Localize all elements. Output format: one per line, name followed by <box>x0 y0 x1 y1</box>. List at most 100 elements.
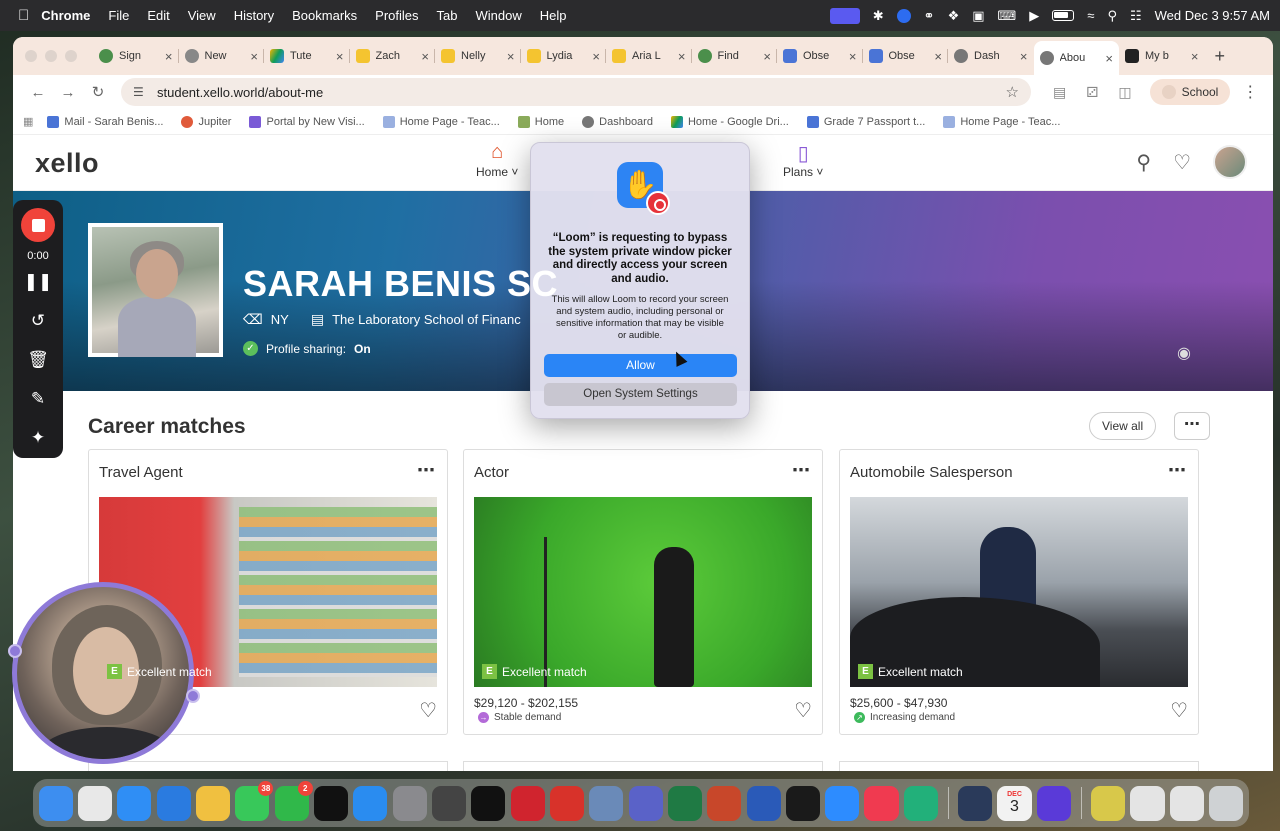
notes-status-icon[interactable]: ▣ <box>972 8 984 24</box>
menu-bookmarks[interactable]: Bookmarks <box>292 8 357 23</box>
screen-share-status-icon[interactable] <box>829 7 860 24</box>
tab-1[interactable]: New × <box>179 41 264 71</box>
tab-12[interactable]: My b × <box>1119 41 1205 71</box>
spotlight-search-icon[interactable]: ⚲ <box>1107 8 1117 24</box>
menu-edit[interactable]: Edit <box>147 8 169 23</box>
creative-cloud-status-icon[interactable]: ⚭ <box>924 8 935 24</box>
favorite-heart-icon[interactable]: ♡ <box>419 698 437 723</box>
open-system-settings-button[interactable]: Open System Settings <box>544 383 737 406</box>
pause-icon[interactable]: ❚❚ <box>24 262 53 301</box>
dock-folder-stack-icon[interactable] <box>1091 785 1126 821</box>
dock-chrome-icon[interactable] <box>77 785 113 821</box>
nav-plans[interactable]: ▯ Plans ˅ <box>783 141 823 179</box>
menu-window[interactable]: Window <box>476 8 522 23</box>
tab-10[interactable]: Dash × <box>948 41 1034 71</box>
loom-status-icon[interactable]: ✱ <box>873 8 884 24</box>
close-tab-icon[interactable]: × <box>1191 49 1199 64</box>
menu-file[interactable]: File <box>108 8 129 23</box>
menu-view[interactable]: View <box>188 8 216 23</box>
close-tab-icon[interactable]: × <box>421 49 429 64</box>
bookmark-0[interactable]: Mail - Sarah Benis... <box>47 115 163 128</box>
dock-imovie-star-icon[interactable] <box>1036 785 1071 821</box>
dock-calendar-icon[interactable]: DEC 3 <box>997 785 1032 821</box>
dock-word-icon[interactable] <box>746 785 781 821</box>
forward-icon[interactable]: → <box>53 84 83 101</box>
dock-safari-icon[interactable] <box>117 785 152 821</box>
favorite-heart-icon[interactable]: ♡ <box>794 698 812 723</box>
card-more-icon[interactable]: ⋯ <box>792 460 810 481</box>
keyboard-status-icon[interactable]: ⌨ <box>998 8 1017 24</box>
restart-icon[interactable]: ↺ <box>31 301 45 340</box>
card-more-icon[interactable]: ⋯ <box>417 460 435 481</box>
dock-photos-icon[interactable] <box>195 785 231 821</box>
dock-spotify-icon[interactable] <box>785 785 820 821</box>
dock-music-icon[interactable] <box>864 785 899 821</box>
dock-messages-icon[interactable]: 38 <box>235 780 274 821</box>
close-window-button[interactable] <box>25 50 37 62</box>
tab-2[interactable]: Tute × <box>264 41 350 71</box>
xello-logo[interactable]: xello <box>35 148 99 179</box>
chrome-menu-icon[interactable]: ⋮ <box>1242 82 1258 102</box>
draw-pen-icon[interactable]: ✎ <box>31 379 45 418</box>
bookmark-3[interactable]: Home Page - Teac... <box>382 115 500 128</box>
tab-6[interactable]: Aria L × <box>606 41 692 71</box>
close-tab-icon[interactable]: × <box>250 49 258 64</box>
menu-clock[interactable]: Wed Dec 3 9:57 AM <box>1155 8 1270 23</box>
apple-icon[interactable]:  <box>18 7 29 24</box>
dock-paintbrush-app-icon[interactable] <box>471 785 506 821</box>
tab-7[interactable]: Find × <box>692 41 777 71</box>
back-icon[interactable]: ← <box>23 84 53 101</box>
close-tab-icon[interactable]: × <box>849 49 857 64</box>
bubble-resize-handle[interactable] <box>186 689 200 703</box>
search-icon[interactable]: ⚲ <box>1136 150 1151 175</box>
dropbox-status-icon[interactable]: ❖ <box>948 8 960 24</box>
nav-home[interactable]: ⌂ Home ˅ <box>476 141 518 179</box>
dock-excel-icon[interactable] <box>667 785 702 821</box>
heart-icon[interactable]: ♡ <box>1173 150 1191 175</box>
dock-preview-icon[interactable] <box>589 785 624 821</box>
close-tab-icon[interactable]: × <box>592 49 600 64</box>
minimize-window-button[interactable] <box>45 50 57 62</box>
dock-quicktime-icon[interactable] <box>958 785 993 821</box>
menu-tab[interactable]: Tab <box>437 8 458 23</box>
close-tab-icon[interactable]: × <box>336 49 344 64</box>
extensions-puzzle-icon[interactable]: ⚂ <box>1086 84 1098 101</box>
dock-pencil-app-icon[interactable] <box>431 785 467 821</box>
close-tab-icon[interactable]: × <box>507 49 515 64</box>
card-more-icon[interactable]: ⋯ <box>1168 460 1186 481</box>
site-info-icon[interactable]: ☰ <box>133 85 147 99</box>
bubble-resize-handle[interactable] <box>8 644 22 658</box>
effects-icon[interactable]: ✦ <box>31 418 45 457</box>
reading-list-icon[interactable]: ◫ <box>1118 84 1131 101</box>
dock-settings-snowflake-icon[interactable] <box>156 785 191 821</box>
menu-profiles[interactable]: Profiles <box>375 8 418 23</box>
view-all-button[interactable]: View all <box>1089 412 1157 440</box>
tab-4[interactable]: Nelly × <box>435 41 521 71</box>
close-tab-icon[interactable]: × <box>165 49 173 64</box>
tab-11-active[interactable]: Abou × <box>1033 41 1119 75</box>
reload-icon[interactable]: ↻ <box>83 83 113 101</box>
close-tab-icon[interactable]: × <box>678 49 686 64</box>
dock-powerpoint-icon[interactable] <box>707 785 742 821</box>
menu-history[interactable]: History <box>234 8 274 23</box>
bookmark-6[interactable]: Home - Google Dri... <box>670 115 789 128</box>
dock-teams-icon[interactable] <box>628 785 663 821</box>
new-tab-button[interactable]: + <box>1215 46 1226 67</box>
bookmark-1[interactable]: Jupiter <box>181 115 231 128</box>
dock-creative-cloud-icon[interactable] <box>510 785 545 821</box>
close-tab-icon[interactable]: × <box>1020 49 1028 64</box>
tab-0[interactable]: Sign × <box>93 41 179 71</box>
menu-app-name[interactable]: Chrome <box>41 8 90 23</box>
user-avatar[interactable] <box>1213 145 1247 179</box>
control-center-icon[interactable]: ☷ <box>1130 8 1142 24</box>
trash-icon[interactable]: 🗑 <box>27 340 49 379</box>
dock-system-settings-icon[interactable] <box>392 785 427 821</box>
dock-app-store-icon[interactable] <box>353 785 388 821</box>
close-tab-icon[interactable]: × <box>763 49 771 64</box>
tab-8[interactable]: Obse × <box>777 41 863 71</box>
profile-button[interactable]: School <box>1149 79 1231 105</box>
menu-help[interactable]: Help <box>540 8 567 23</box>
favorite-heart-icon[interactable]: ♡ <box>1170 698 1188 723</box>
bookmark-5[interactable]: Dashboard <box>582 115 653 128</box>
dock-pocket-icon[interactable] <box>903 785 938 821</box>
